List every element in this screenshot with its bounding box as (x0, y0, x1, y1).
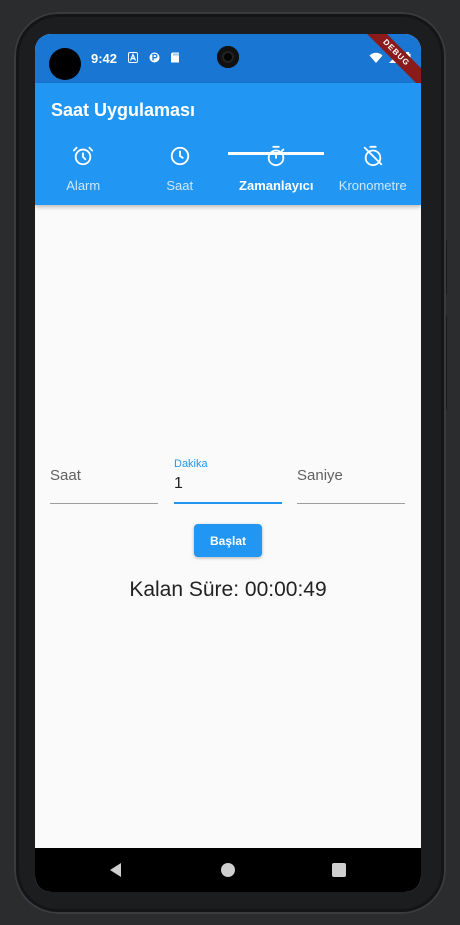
hours-placeholder: Saat (50, 467, 81, 484)
tab-indicator (228, 152, 324, 155)
tab-clock[interactable]: Saat (132, 145, 229, 205)
status-time: 9:42 (91, 51, 118, 66)
alarm-icon (73, 146, 94, 166)
status-bar: 9:42 DEBUG (35, 34, 421, 97)
tab-alarm-label: Alarm (66, 178, 101, 193)
minutes-field[interactable]: Dakika 1 (174, 454, 282, 504)
clock-icon (170, 146, 189, 166)
tab-stopwatch-label: Kronometre (338, 178, 407, 193)
a-icon (128, 52, 138, 63)
start-button[interactable]: Başlat (194, 524, 262, 557)
recents-icon[interactable] (329, 860, 349, 880)
minutes-underline (174, 502, 282, 504)
timer-icon (268, 145, 285, 167)
tab-clock-label: Saat (166, 178, 194, 193)
seconds-underline (297, 503, 405, 504)
device-frame: 9:42 DEBUG Saat Uygulaması Alarm Saat Za… (0, 0, 460, 925)
app-title: Saat Uygulaması (51, 100, 196, 120)
seconds-field[interactable]: Saniye (297, 454, 405, 504)
app-bar: Saat Uygulaması Alarm Saat Zamanlayıcı K… (35, 83, 421, 205)
hours-underline (50, 503, 158, 504)
nav-bar (35, 848, 421, 892)
screen: 9:42 DEBUG Saat Uygulaması Alarm Saat Za… (35, 34, 421, 892)
remaining-time: Kalan Süre: 00:00:49 (129, 578, 327, 601)
sd-card-icon (170, 52, 180, 63)
hours-field[interactable]: Saat (50, 454, 158, 504)
tab-timer-label: Zamanlayıcı (239, 178, 314, 193)
camera-cutout (49, 48, 81, 80)
back-icon[interactable] (106, 860, 126, 880)
tab-stopwatch[interactable]: Kronometre (325, 145, 422, 205)
minutes-value: 1 (174, 475, 183, 492)
tab-alarm[interactable]: Alarm (35, 145, 132, 205)
home-icon[interactable] (218, 860, 238, 880)
minutes-label: Dakika (174, 458, 208, 470)
timer-off-icon (363, 145, 382, 167)
seconds-placeholder: Saniye (297, 467, 343, 484)
wifi-icon (369, 52, 383, 63)
front-camera (217, 46, 239, 68)
timer-fields: Saat Dakika 1 Saniye (50, 454, 406, 504)
p-icon (149, 52, 160, 63)
